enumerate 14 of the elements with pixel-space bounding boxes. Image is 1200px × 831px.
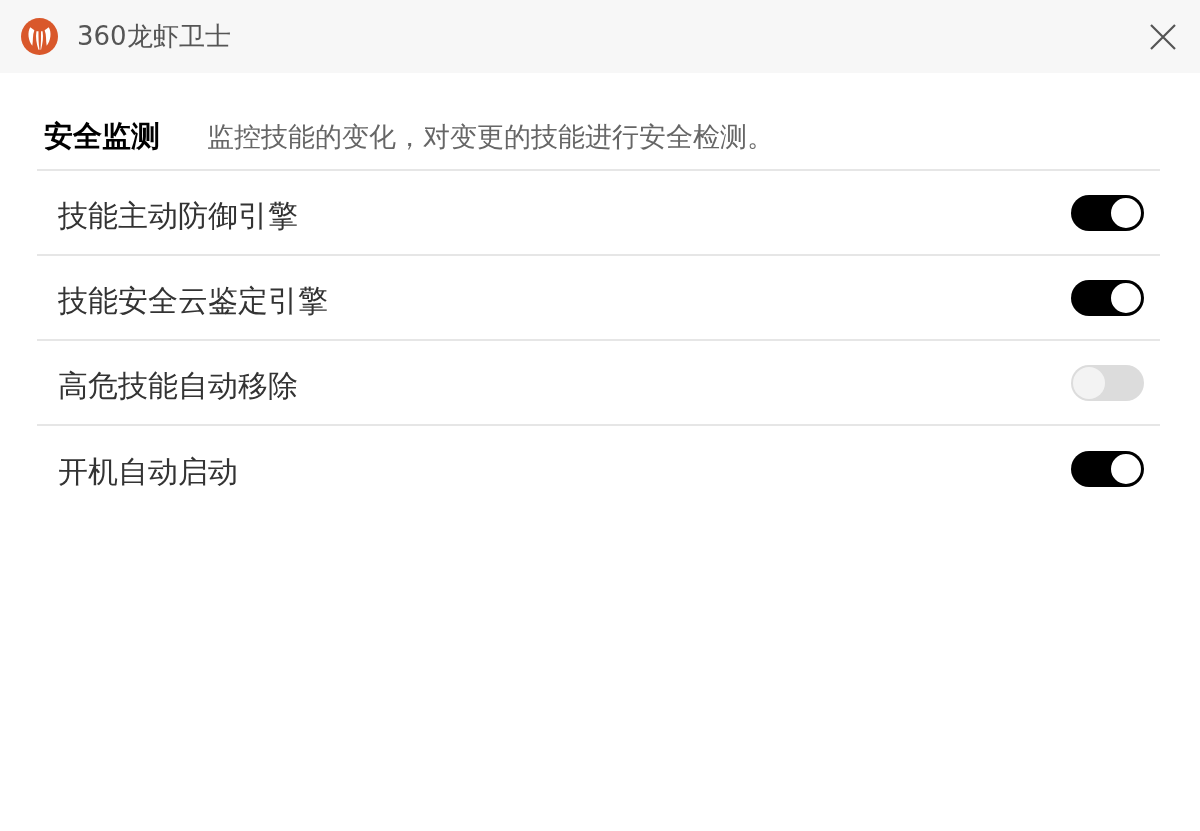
window-title: 360龙虾卫士 <box>77 20 231 53</box>
setting-label: 技能主动防御引擎 <box>58 197 298 235</box>
setting-label: 开机自动启动 <box>58 453 238 491</box>
setting-label: 技能安全云鉴定引擎 <box>58 282 328 320</box>
setting-label: 高危技能自动移除 <box>58 367 298 405</box>
close-button[interactable] <box>1148 21 1178 52</box>
toggle-switch[interactable] <box>1071 194 1144 231</box>
toggle-switch[interactable] <box>1071 364 1144 401</box>
toggle-switch[interactable] <box>1071 279 1144 316</box>
logo-icon <box>21 18 58 55</box>
close-icon <box>1150 23 1176 50</box>
section-title: 安全监测 <box>44 118 160 155</box>
section-description: 监控技能的变化，对变更的技能进行安全检测。 <box>207 120 774 154</box>
toggle-switch[interactable] <box>1071 450 1144 487</box>
